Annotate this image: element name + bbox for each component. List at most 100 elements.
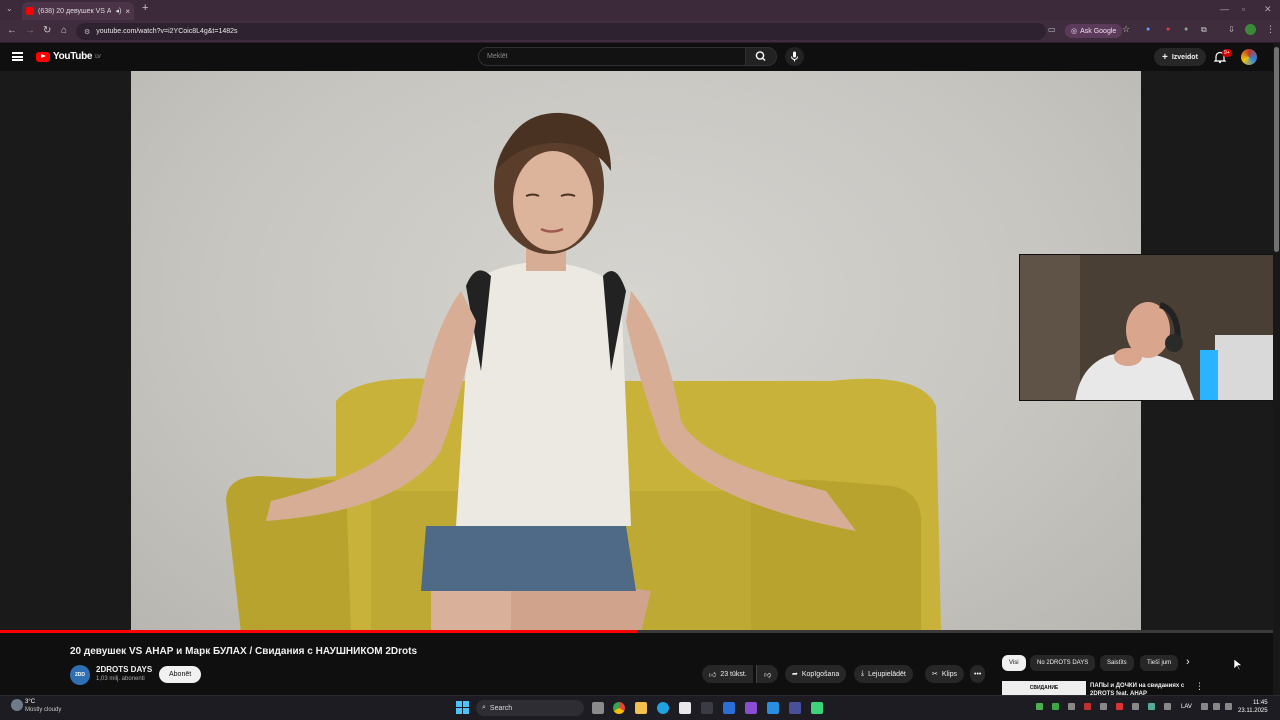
back-icon[interactable]: ← xyxy=(7,25,17,36)
forward-icon[interactable]: → xyxy=(25,25,35,36)
extension-icon[interactable]: ● xyxy=(1166,26,1170,33)
weather-description[interactable]: Mostly cloudy xyxy=(25,707,61,713)
dislike-button[interactable]: 👎︎ xyxy=(756,665,779,683)
download-label: Lejupielādēt xyxy=(868,670,906,678)
ask-google-button[interactable]: ◎ Ask Google xyxy=(1065,24,1123,38)
youtube-favicon-icon xyxy=(26,7,34,15)
create-label: Izveidot xyxy=(1171,53,1198,61)
app-icon[interactable] xyxy=(723,702,735,714)
tray-icon[interactable] xyxy=(1116,703,1123,710)
tray-icon[interactable] xyxy=(1164,703,1171,710)
search-icon xyxy=(755,51,766,61)
tray-icon[interactable] xyxy=(1036,703,1043,710)
more-actions-button[interactable]: ••• xyxy=(970,665,986,683)
recommendation-menu-icon[interactable]: ⋮ xyxy=(1195,681,1204,692)
app-icon[interactable] xyxy=(789,702,801,714)
plus-icon: + xyxy=(1162,51,1168,63)
logo-country: LV xyxy=(95,53,101,60)
weather-cloud-icon[interactable] xyxy=(11,699,23,711)
profile-avatar[interactable] xyxy=(1245,24,1256,35)
taskbar-search-box[interactable]: ⌕ Search xyxy=(476,700,584,716)
webcam-image xyxy=(1020,255,1279,400)
app-icon[interactable] xyxy=(811,702,823,714)
taskbar-search-label: Search xyxy=(489,704,513,712)
channel-avatar[interactable]: 2DD xyxy=(70,665,90,685)
account-avatar[interactable] xyxy=(1241,49,1257,65)
hamburger-menu-icon[interactable] xyxy=(12,52,23,61)
maximize-icon[interactable]: ▫ xyxy=(1242,4,1245,14)
task-view-icon[interactable] xyxy=(592,702,604,714)
share-button[interactable]: ➦ Kopīgošana xyxy=(785,665,847,683)
volume-icon[interactable] xyxy=(1213,703,1220,710)
address-bar[interactable]: ⚙ youtube.com/watch?v=i2YCoic8L4g&t=1482… xyxy=(76,23,1046,40)
extension-icon[interactable]: ● xyxy=(1146,26,1150,33)
tray-icon[interactable] xyxy=(1052,703,1059,710)
taskbar-clock[interactable]: 11:45 23.11.2025 xyxy=(1238,699,1268,715)
thumbs-down-icon: 👎︎ xyxy=(764,671,772,679)
input-language[interactable]: LAV xyxy=(1181,704,1192,710)
create-button[interactable]: + Izveidot xyxy=(1154,48,1206,66)
video-progress-bar[interactable] xyxy=(0,630,1273,633)
subscriber-count: 1,03 milj. abonenti xyxy=(96,676,145,682)
clip-button[interactable]: ✂ Klips xyxy=(925,665,965,683)
mouse-cursor-icon xyxy=(1234,659,1242,671)
browser-tab[interactable]: (638) 20 девушек VS АНАР ◂) × xyxy=(22,2,134,20)
new-tab-icon[interactable]: + xyxy=(142,2,148,14)
weather-temperature[interactable]: 3°C xyxy=(25,699,35,705)
download-button[interactable]: ⤓ Lejupielādēt xyxy=(854,665,913,683)
audio-icon[interactable]: ◂) xyxy=(115,7,121,15)
youtube-logo[interactable]: YouTube LV xyxy=(36,51,101,62)
browser-menu-icon[interactable]: ⋮ xyxy=(1266,24,1275,35)
extensions-puzzle-icon[interactable]: ⧉ xyxy=(1201,25,1207,35)
vscode-icon[interactable] xyxy=(767,702,779,714)
windows-start-icon[interactable] xyxy=(456,701,469,714)
download-icon: ⤓ xyxy=(861,670,865,677)
battery-icon[interactable] xyxy=(1225,703,1232,710)
site-info-icon[interactable]: ⚙ xyxy=(84,28,90,36)
file-explorer-icon[interactable] xyxy=(635,702,647,714)
more-icon: ••• xyxy=(974,670,982,678)
recommendation-thumbnail[interactable]: СВИДАНИЕ xyxy=(1002,681,1086,695)
tray-icon[interactable] xyxy=(1148,703,1155,710)
notification-count-badge: 9+ xyxy=(1222,49,1232,57)
tray-icon[interactable] xyxy=(1100,703,1107,710)
minimize-icon[interactable]: — xyxy=(1220,4,1229,14)
channel-name[interactable]: 2DROTS DAYS xyxy=(96,665,152,674)
bookmark-star-icon[interactable]: ☆ xyxy=(1122,24,1130,35)
chip-related[interactable]: Saistīts xyxy=(1100,655,1134,671)
tray-icon[interactable] xyxy=(1068,703,1075,710)
microphone-icon xyxy=(791,51,798,62)
app-icon[interactable] xyxy=(701,702,713,714)
chrome-icon[interactable] xyxy=(613,702,625,714)
scrollbar-thumb[interactable] xyxy=(1274,47,1279,252)
chip-all[interactable]: Visi xyxy=(1002,655,1026,671)
home-icon[interactable]: ⌂ xyxy=(61,25,67,36)
tab-list-icon[interactable]: ⌄ xyxy=(6,4,13,13)
voice-search-button[interactable] xyxy=(785,47,804,66)
tray-icon[interactable] xyxy=(1084,703,1091,710)
thumbs-up-icon: 👍︎ xyxy=(709,671,717,679)
tab-close-icon[interactable]: × xyxy=(125,7,130,16)
youtube-play-icon xyxy=(36,51,50,62)
search-input[interactable]: Meklēt xyxy=(478,47,746,66)
store-icon[interactable] xyxy=(679,702,691,714)
chip-from-channel[interactable]: No 2DROTS DAYS xyxy=(1030,655,1096,671)
search-button[interactable] xyxy=(745,47,777,66)
downloads-icon[interactable]: ⇩ xyxy=(1228,25,1235,34)
visual-studio-icon[interactable] xyxy=(745,702,757,714)
window-close-icon[interactable]: ✕ xyxy=(1264,4,1272,15)
extension-icon[interactable]: ● xyxy=(1184,26,1188,33)
like-button[interactable]: 👍︎ 23 tūkst. xyxy=(702,665,753,683)
tab-title: (638) 20 девушек VS АНАР xyxy=(38,7,112,15)
tray-icon[interactable] xyxy=(1132,703,1139,710)
reload-icon[interactable]: ↻ xyxy=(43,25,51,36)
video-player[interactable] xyxy=(131,71,1141,633)
subscribe-button[interactable]: Abonēt xyxy=(159,666,202,683)
edge-icon[interactable] xyxy=(657,702,669,714)
chevron-right-icon[interactable]: › xyxy=(1186,656,1190,668)
browser-tabstrip: ⌄ (638) 20 девушек VS АНАР ◂) × + — ▫ ✕ xyxy=(0,0,1280,20)
network-icon[interactable] xyxy=(1201,703,1208,710)
search-icon: ⌕ xyxy=(482,704,486,711)
chip-recently-uploaded[interactable]: Tiešī jum xyxy=(1140,655,1178,671)
cast-icon[interactable]: ▭ xyxy=(1048,25,1056,34)
